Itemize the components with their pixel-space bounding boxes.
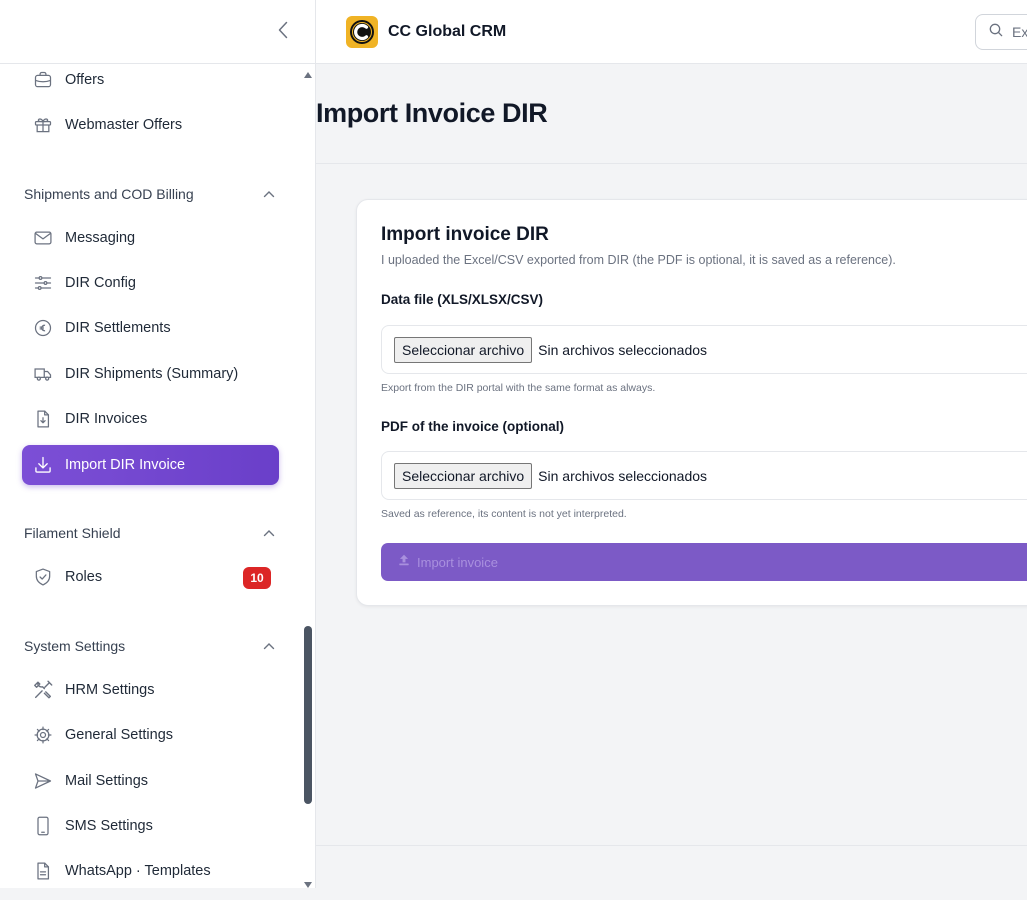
card-description: I uploaded the Excel/CSV exported from D… <box>381 253 896 267</box>
import-invoice-label: Import invoice <box>417 554 498 570</box>
sidebar-item-hrm-settings[interactable]: HRM Settings <box>22 670 279 710</box>
sliders-icon <box>32 272 54 294</box>
brand[interactable]: CC Global CRM <box>346 16 506 48</box>
document-download-icon <box>32 408 54 430</box>
topbar: CC Global CRM <box>316 0 1027 64</box>
roles-count-badge: 10 <box>243 567 271 589</box>
chevron-up-icon <box>262 639 276 653</box>
sidebar-item-dir-settlements[interactable]: DIR Settlements <box>22 308 279 348</box>
sidebar-item-label: Mail Settings <box>65 773 149 789</box>
pdf-file-hint: Saved as reference, its content is not y… <box>381 508 627 520</box>
briefcase-icon <box>32 69 54 91</box>
group-system-settings[interactable]: System Settings <box>24 636 276 656</box>
sidebar-item-dir-config[interactable]: DIR Config <box>22 263 279 303</box>
page-title: Import Invoice DIR <box>316 98 548 128</box>
sidebar-item-label: DIR Shipments (Summary) <box>65 366 239 382</box>
sidebar-item-label: WhatsApp · Templates <box>65 863 211 879</box>
sidebar-item-label: DIR Settlements <box>65 320 171 336</box>
sidebar-item-dir-shipments-summary[interactable]: DIR Shipments (Summary) <box>22 354 279 394</box>
sidebar-item-label: SMS Settings <box>65 818 153 834</box>
sidebar-item-import-dir-invoice[interactable]: Import DIR Invoice <box>22 445 279 485</box>
data-file-input[interactable]: Seleccionar archivo Sin archivos selecci… <box>381 325 1027 374</box>
search-icon <box>988 22 1004 43</box>
sidebar-item-label: Import DIR Invoice <box>65 457 186 473</box>
logo <box>346 16 378 48</box>
euro-icon <box>32 317 54 339</box>
data-file-label: Data file (XLS/XLSX/CSV) <box>381 292 544 307</box>
footer-divider <box>316 845 1027 846</box>
shield-check-icon <box>32 566 54 588</box>
envelope-icon <box>32 227 54 249</box>
group-label: Filament Shield <box>24 525 121 541</box>
sidebar-item-dir-invoices[interactable]: DIR Invoices <box>22 399 279 439</box>
group-label: System Settings <box>24 638 126 654</box>
pdf-file-input[interactable]: Seleccionar archivo Sin archivos selecci… <box>381 451 1027 500</box>
scroll-up-arrow-icon[interactable] <box>303 66 313 78</box>
sidebar-item-label: HRM Settings <box>65 682 155 698</box>
sidebar-item-label: General Settings <box>65 727 174 743</box>
data-file-select-button[interactable]: Seleccionar archivo <box>394 336 533 363</box>
import-invoice-button[interactable]: Import invoice <box>381 543 1027 581</box>
wrench-screwdriver-icon <box>32 679 54 701</box>
sidebar-collapse-button[interactable] <box>272 20 294 44</box>
sidebar-item-label: DIR Invoices <box>65 411 148 427</box>
import-invoice-card: Import invoice DIR I uploaded the Excel/… <box>356 199 1027 606</box>
scrollbar-thumb[interactable] <box>304 626 312 804</box>
sidebar-item-whatsapp-templates[interactable]: WhatsApp · Templates <box>22 851 279 888</box>
sidebar-item-label: Webmaster Offers <box>65 117 183 133</box>
truck-icon <box>32 363 54 385</box>
sidebar-item-label: DIR Config <box>65 275 136 291</box>
chevron-up-icon <box>262 526 276 540</box>
sidebar-item-webmaster-offers[interactable]: Webmaster Offers <box>22 105 279 145</box>
header-divider <box>316 163 1027 164</box>
pdf-file-select-button[interactable]: Seleccionar archivo <box>394 462 533 489</box>
search-input[interactable] <box>1012 24 1027 40</box>
sidebar-scrollbar[interactable] <box>300 64 316 888</box>
sidebar-item-offers[interactable]: Offers <box>22 64 279 100</box>
upload-icon <box>397 553 411 572</box>
scroll-down-arrow-icon[interactable] <box>303 876 313 888</box>
sidebar-item-label: Messaging <box>65 230 136 246</box>
group-shipments-cod-billing[interactable]: Shipments and COD Billing <box>24 184 276 204</box>
sidebar-item-sms-settings[interactable]: SMS Settings <box>22 806 279 846</box>
paper-airplane-icon <box>32 770 54 792</box>
data-file-status: Sin archivos seleccionados <box>538 341 708 358</box>
card-title: Import invoice DIR <box>381 224 549 245</box>
sidebar-item-roles[interactable]: Roles 10 <box>22 557 279 597</box>
sidebar-nav: Offers Webmaster Offers Shipments and CO… <box>0 64 300 888</box>
sidebar-header <box>0 0 316 64</box>
global-search[interactable] <box>975 14 1027 50</box>
chevron-left-icon <box>278 21 288 44</box>
chevron-up-icon <box>262 187 276 201</box>
data-file-hint: Export from the DIR portal with the same… <box>381 382 656 394</box>
sidebar-item-label: Roles <box>65 569 103 585</box>
group-filament-shield[interactable]: Filament Shield <box>24 523 276 543</box>
sidebar-item-messaging[interactable]: Messaging <box>22 218 279 258</box>
document-text-icon <box>32 860 54 882</box>
pdf-file-status: Sin archivos seleccionados <box>538 467 708 484</box>
sidebar: Offers Webmaster Offers Shipments and CO… <box>0 0 316 888</box>
app-name: CC Global CRM <box>388 23 507 40</box>
group-label: Shipments and COD Billing <box>24 186 194 202</box>
cog-icon <box>32 724 54 746</box>
gift-icon <box>32 114 54 136</box>
sidebar-item-general-settings[interactable]: General Settings <box>22 715 279 755</box>
sidebar-item-label: Offers <box>65 72 105 88</box>
phone-icon <box>32 815 54 837</box>
pdf-file-label: PDF of the invoice (optional) <box>381 419 564 434</box>
download-icon <box>32 454 54 476</box>
sidebar-item-mail-settings[interactable]: Mail Settings <box>22 761 279 801</box>
